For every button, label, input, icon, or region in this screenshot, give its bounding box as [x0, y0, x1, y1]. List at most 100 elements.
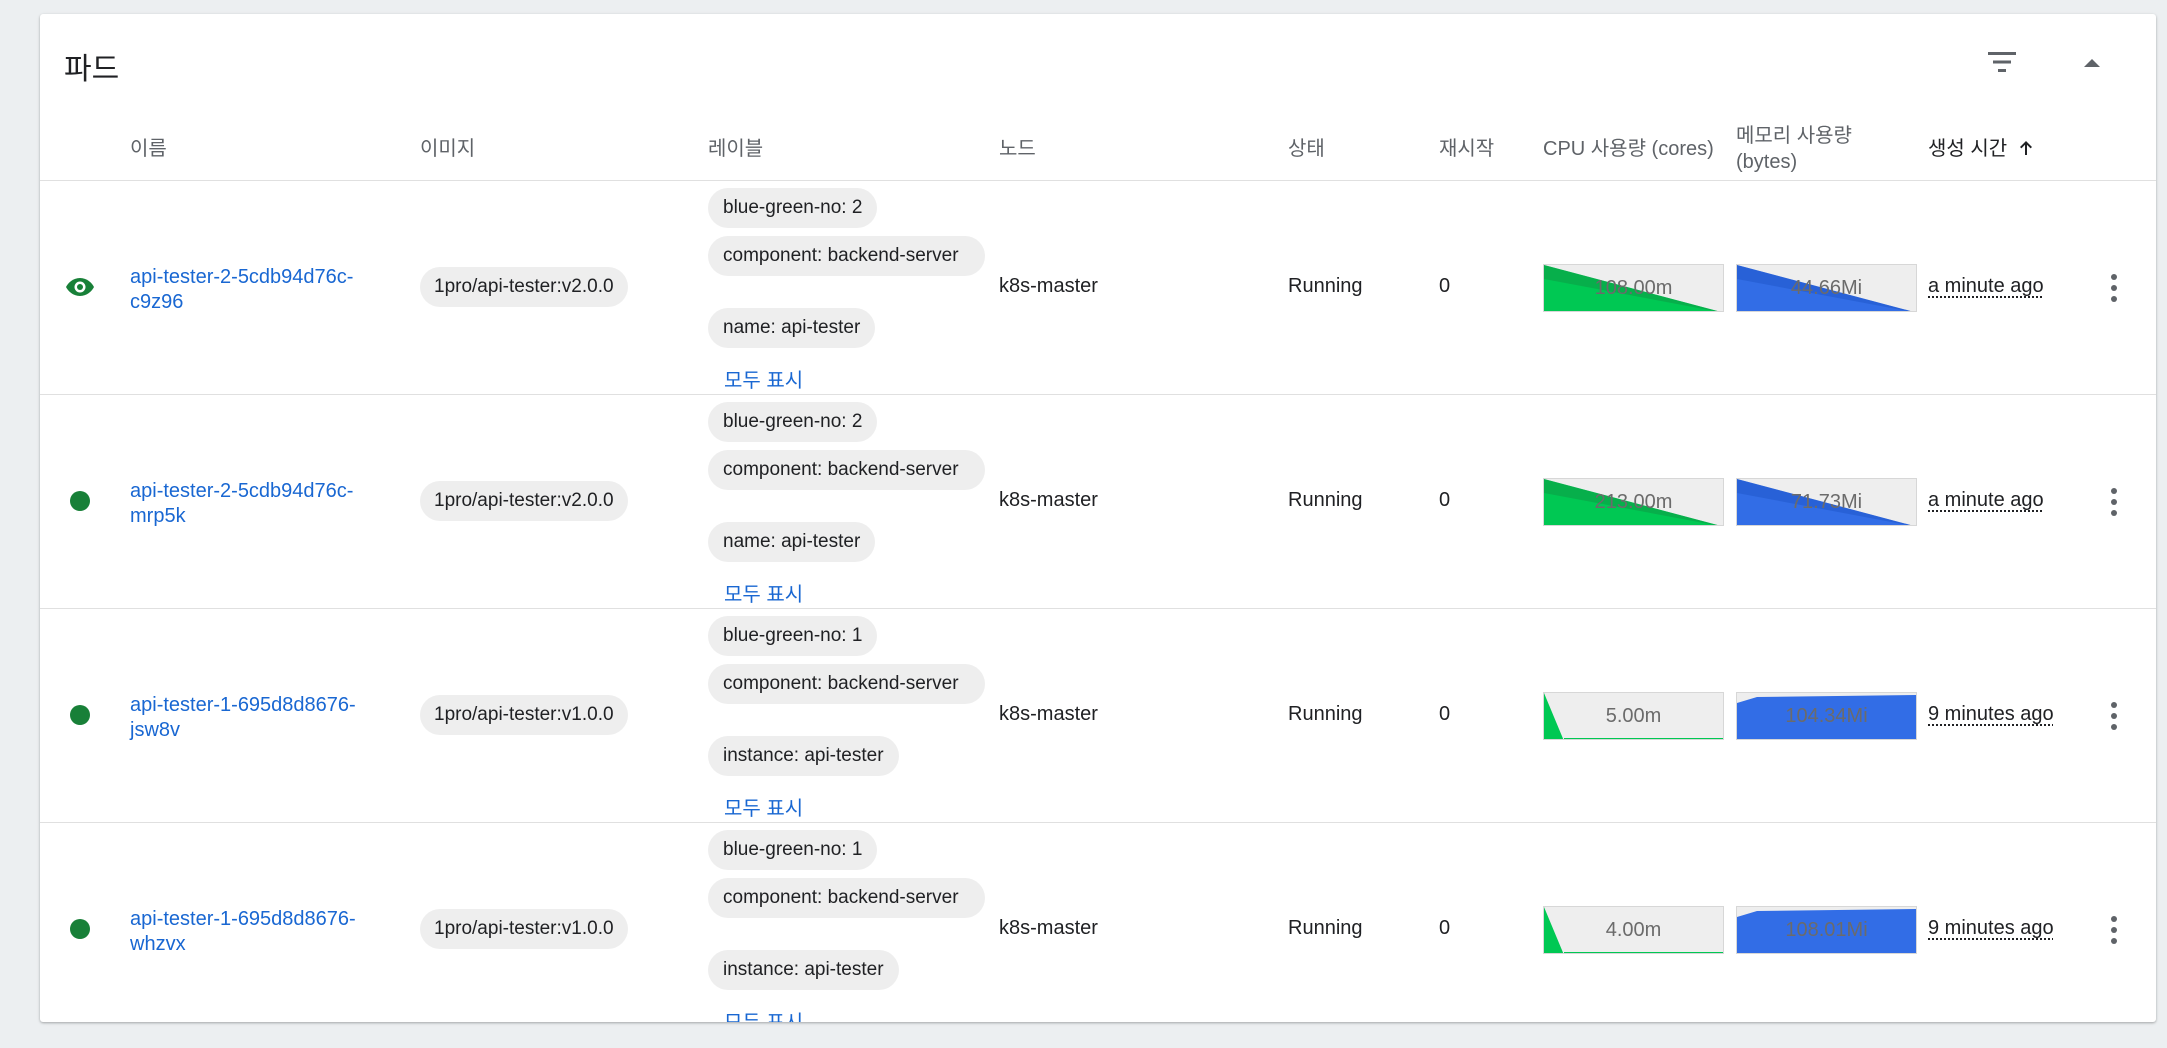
more-actions-button[interactable] — [2094, 694, 2134, 738]
created-age[interactable]: 9 minutes ago — [1928, 917, 2054, 940]
label-chip: component: backend-server — [708, 450, 985, 490]
label-chip: name: api-tester — [708, 308, 876, 348]
pod-name-link[interactable]: api-tester-1-695d8d8676- whzvx — [130, 907, 390, 957]
image-chip: 1pro/api-tester:v2.0.0 — [420, 481, 628, 521]
cpu-value: 4.00m — [1605, 918, 1662, 941]
more-actions-button[interactable] — [2094, 908, 2134, 952]
card-title: 파드 — [64, 53, 120, 86]
memory-sparkline: 44.66Mi — [1736, 264, 1917, 312]
more-vert-icon — [2111, 702, 2117, 708]
label-chip: blue-green-no: 1 — [708, 830, 878, 870]
label-chip: blue-green-no: 2 — [708, 188, 878, 228]
more-vert-icon-dot — [2111, 499, 2117, 505]
show-all-labels-link[interactable]: 모두 표시 — [724, 792, 803, 821]
pod-name-line1: api-tester-2-5cdb94d76c- — [130, 480, 354, 502]
pod-name-line1: api-tester-1-695d8d8676- — [130, 908, 356, 930]
image-chip: 1pro/api-tester:v2.0.0 — [420, 267, 628, 307]
more-vert-icon — [2111, 274, 2117, 280]
expand-less-icon — [2084, 59, 2100, 67]
image-chip: 1pro/api-tester:v1.0.0 — [420, 909, 628, 949]
filter-button[interactable] — [1980, 40, 2024, 84]
node-cell[interactable]: k8s-master — [999, 917, 1098, 940]
node-cell[interactable]: k8s-master — [999, 489, 1098, 512]
column-header-node[interactable]: 노드 — [999, 136, 1036, 162]
more-actions-button[interactable] — [2094, 266, 2134, 310]
pod-name-line2: mrp5k — [130, 505, 186, 527]
cpu-sparkline: 5.00m — [1543, 692, 1724, 740]
pod-status-indicator — [64, 917, 96, 941]
status-cell: Running — [1288, 275, 1363, 297]
status-dot-icon — [70, 705, 90, 725]
status-cell: Running — [1288, 917, 1363, 939]
more-vert-icon — [2111, 488, 2117, 494]
more-vert-icon-dot — [2111, 927, 2117, 933]
status-cell: Running — [1288, 489, 1363, 511]
cpu-value: 213.00m — [1594, 490, 1673, 513]
column-header-created[interactable]: 생성 시간 — [1928, 136, 2035, 162]
restarts-cell: 0 — [1439, 489, 1451, 511]
created-age[interactable]: a minute ago — [1928, 489, 2044, 512]
label-chip: blue-green-no: 1 — [708, 616, 878, 656]
card-header: 파드 — [40, 14, 2156, 106]
column-header-status[interactable]: 상태 — [1288, 136, 1325, 162]
pod-status-indicator — [64, 489, 96, 513]
label-chip: blue-green-no: 2 — [708, 402, 878, 442]
column-header-memory: 메모리 사용량 (bytes) — [1736, 123, 1852, 175]
show-all-labels-link[interactable]: 모두 표시 — [724, 578, 803, 607]
status-dot-icon — [70, 919, 90, 939]
label-chip: instance: api-tester — [708, 950, 899, 990]
pod-name-line2: jsw8v — [130, 719, 181, 741]
eye-icon — [66, 278, 94, 296]
restarts-cell: 0 — [1439, 703, 1451, 725]
pod-name-link[interactable]: api-tester-2-5cdb94d76c- c9z96 — [130, 265, 390, 315]
image-chip: 1pro/api-tester:v1.0.0 — [420, 695, 628, 735]
column-header-memory-line2: (bytes) — [1736, 151, 1798, 173]
column-header-restarts[interactable]: 재시작 — [1439, 136, 1494, 162]
show-all-labels-link[interactable]: 모두 표시 — [724, 364, 803, 393]
collapse-button[interactable] — [2070, 40, 2114, 84]
created-age[interactable]: 9 minutes ago — [1928, 703, 2054, 726]
label-chip: name: api-tester — [708, 522, 876, 562]
memory-value: 108.01Mi — [1785, 918, 1868, 941]
memory-value: 104.34Mi — [1785, 704, 1868, 727]
pod-name-line1: api-tester-1-695d8d8676- — [130, 694, 356, 716]
memory-value: 44.66Mi — [1790, 276, 1863, 299]
table-row: api-tester-2-5cdb94d76c- c9z96 1pro/api-… — [40, 180, 2156, 395]
pod-name-link[interactable]: api-tester-1-695d8d8676- jsw8v — [130, 693, 390, 743]
more-vert-icon-dot — [2111, 285, 2117, 291]
pods-card: 파드 이름 이미지 레이블 노드 상태 재시작 CPU 사용량 (cores) … — [40, 14, 2156, 1022]
show-all-labels-link[interactable]: 모두 표시 — [724, 1006, 803, 1022]
pod-name-link[interactable]: api-tester-2-5cdb94d76c- mrp5k — [130, 479, 390, 529]
node-cell[interactable]: k8s-master — [999, 703, 1098, 726]
node-cell[interactable]: k8s-master — [999, 275, 1098, 298]
label-chip: component: backend-server — [708, 664, 985, 704]
pod-name-line2: c9z96 — [130, 291, 184, 313]
status-dot-icon — [70, 491, 90, 511]
more-actions-button[interactable] — [2094, 480, 2134, 524]
pod-name-line2: whzvx — [130, 933, 186, 955]
more-vert-icon-dot — [2111, 938, 2117, 944]
memory-sparkline: 108.01Mi — [1736, 906, 1917, 954]
more-vert-icon-dot — [2111, 510, 2117, 516]
column-header-image: 이미지 — [420, 138, 476, 160]
arrow-upward-icon — [2019, 141, 2032, 155]
label-chip: instance: api-tester — [708, 736, 899, 776]
column-header-name[interactable]: 이름 — [130, 136, 167, 162]
created-age[interactable]: a minute ago — [1928, 275, 2044, 298]
table-header: 이름 이미지 레이블 노드 상태 재시작 CPU 사용량 (cores) 메모리… — [40, 106, 2156, 181]
more-vert-icon-dot — [2111, 724, 2117, 730]
memory-value: 71.73Mi — [1790, 490, 1863, 513]
label-chip: component: backend-server — [708, 236, 985, 276]
cpu-sparkline: 108.00m — [1543, 264, 1724, 312]
cpu-value: 5.00m — [1605, 704, 1662, 727]
column-header-created-label: 생성 시간 — [1928, 138, 2008, 160]
more-vert-icon-dot — [2111, 296, 2117, 302]
table-row: api-tester-1-695d8d8676- whzvx 1pro/api-… — [40, 822, 2156, 1022]
pod-status-indicator — [64, 275, 96, 299]
cpu-sparkline: 4.00m — [1543, 906, 1724, 954]
pod-name-line1: api-tester-2-5cdb94d76c- — [130, 266, 354, 288]
table-row: api-tester-2-5cdb94d76c- mrp5k 1pro/api-… — [40, 394, 2156, 609]
restarts-cell: 0 — [1439, 917, 1451, 939]
column-header-cpu: CPU 사용량 (cores) — [1543, 138, 1714, 160]
pod-status-indicator — [64, 703, 96, 727]
